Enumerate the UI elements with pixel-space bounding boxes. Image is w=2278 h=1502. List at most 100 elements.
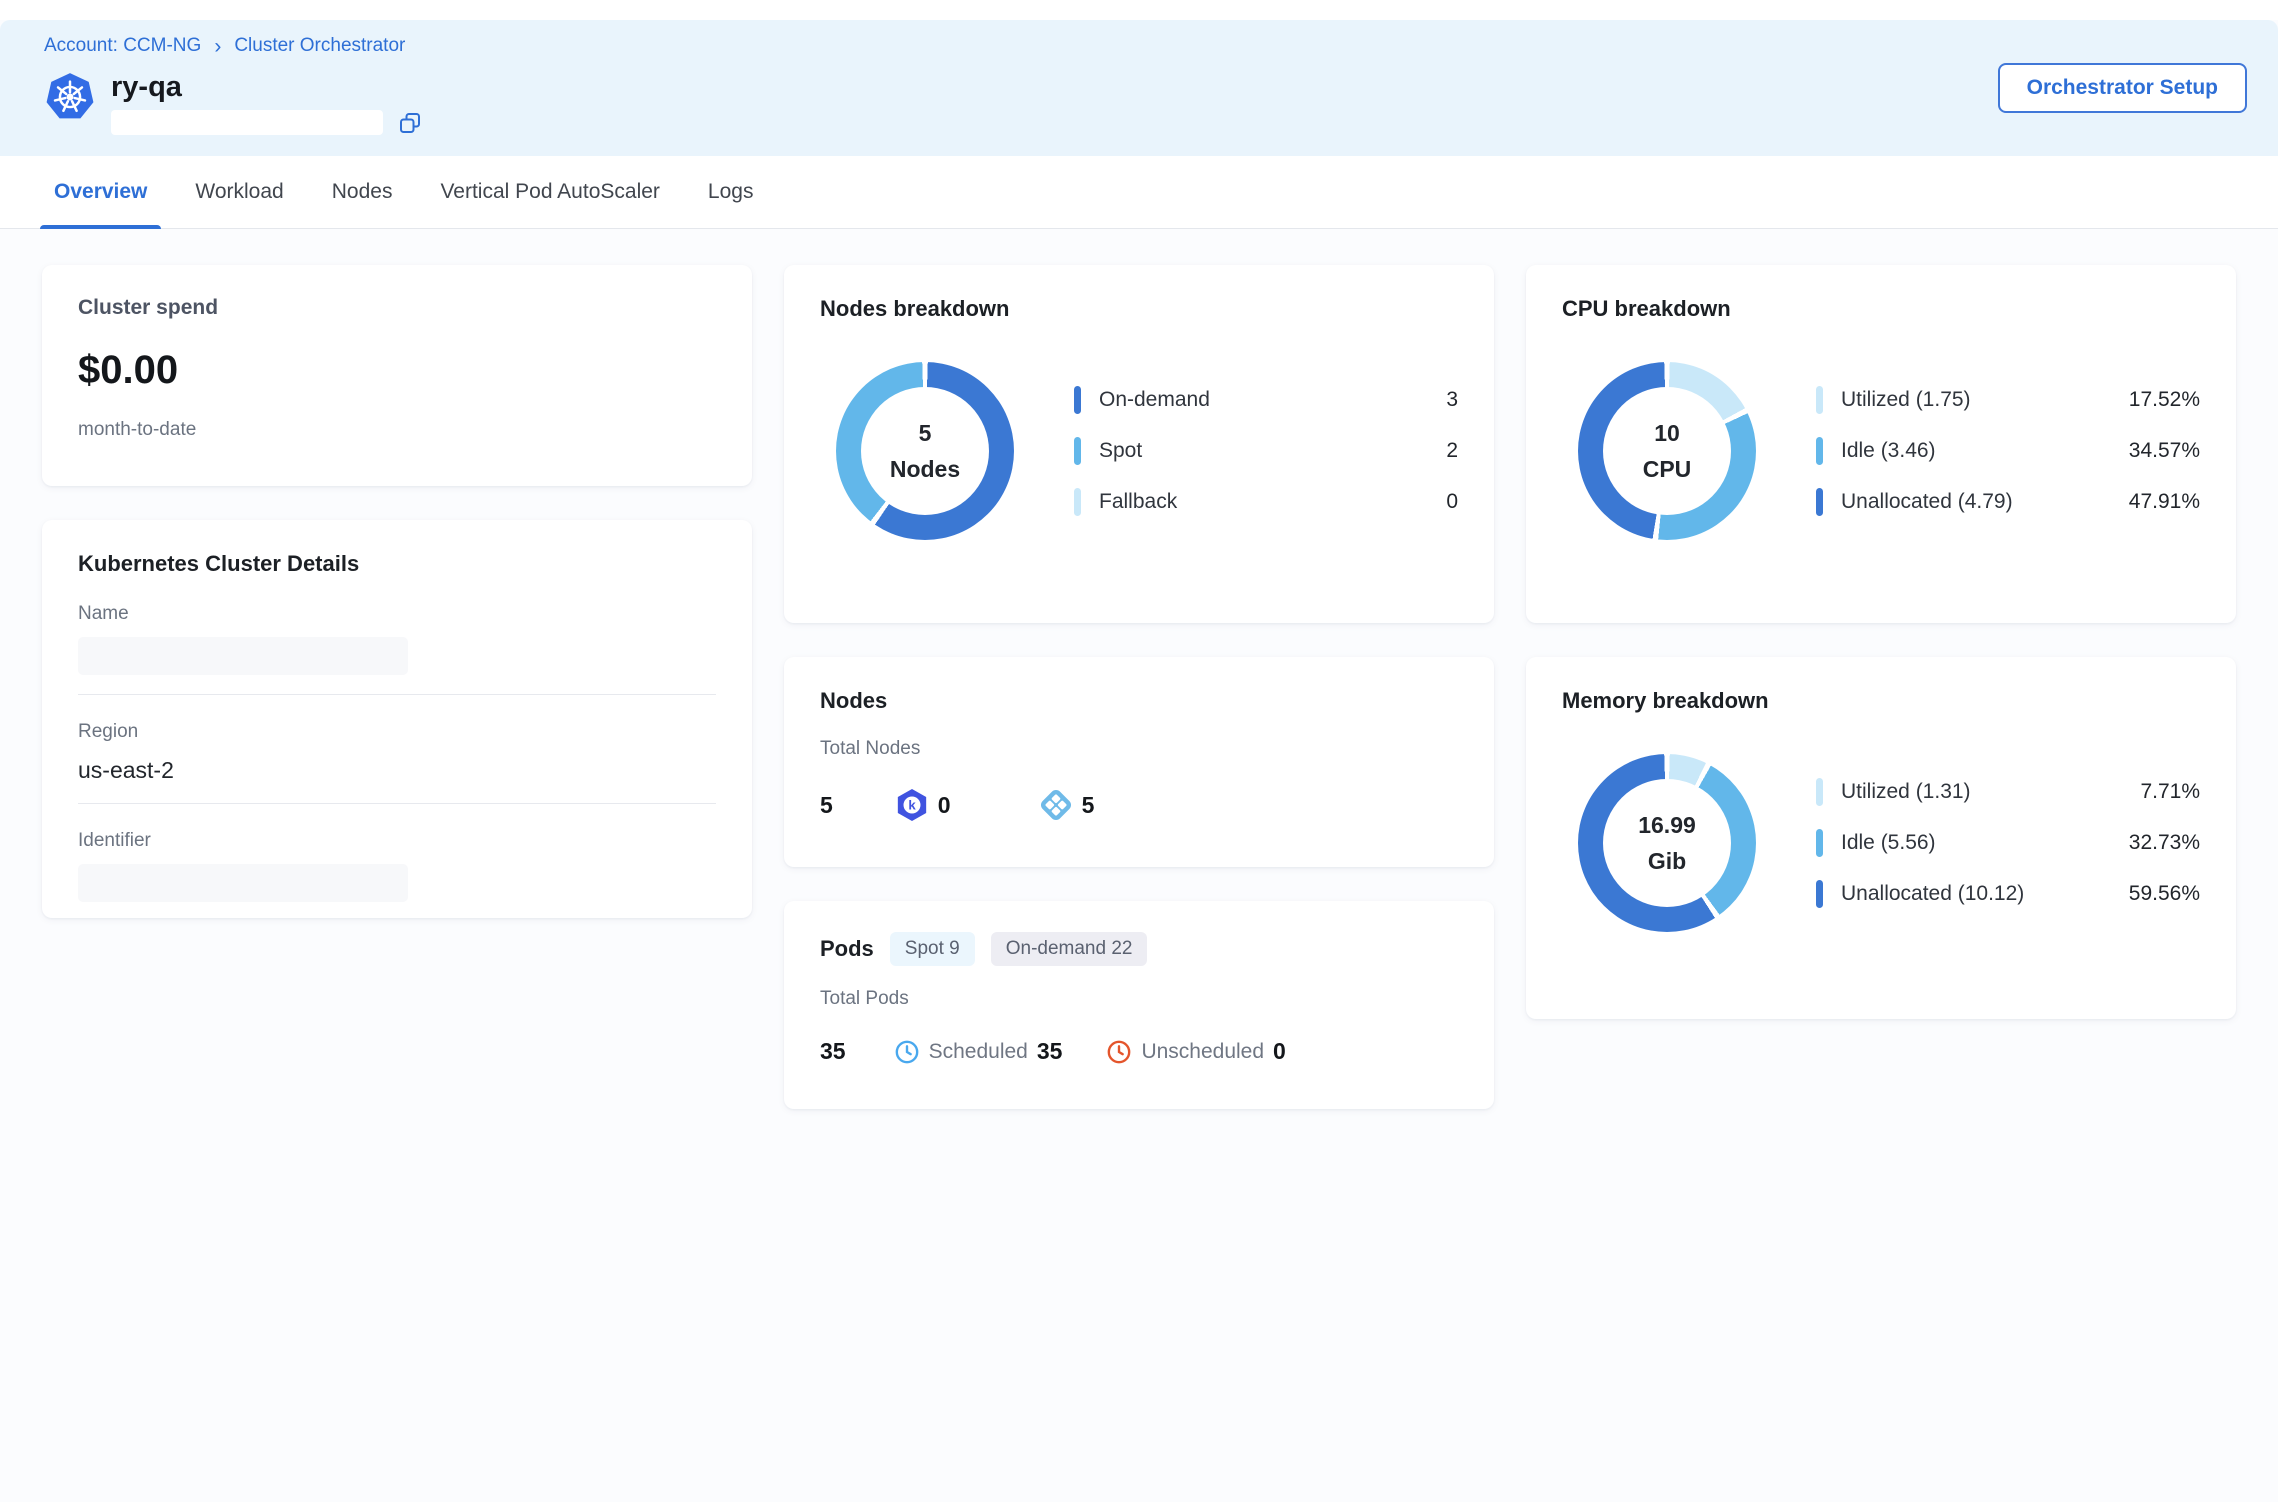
- divider: [78, 803, 716, 804]
- nodes-breakdown-title: Nodes breakdown: [820, 296, 1458, 322]
- cpu-donut-center: 10 CPU: [1603, 387, 1731, 515]
- legend-item-on-demand: On-demand 3: [1074, 386, 1458, 414]
- legend-marker: [1074, 437, 1081, 465]
- tab-nodes[interactable]: Nodes: [318, 156, 407, 228]
- total-nodes-label: Total Nodes: [820, 738, 1458, 760]
- cluster-title-block: ry-qa: [111, 71, 422, 135]
- cpu-breakdown-title: CPU breakdown: [1562, 296, 2200, 322]
- nodes-donut-value: 5: [919, 420, 932, 447]
- unscheduled-pods-stat: Unscheduled 0: [1106, 1038, 1285, 1065]
- legend-label: Idle (5.56): [1841, 831, 1936, 855]
- scheduled-label: Scheduled: [929, 1040, 1028, 1064]
- breadcrumb: Account: CCM-NG › Cluster Orchestrator: [44, 35, 2234, 57]
- spot-nodes-stat: 5: [1039, 788, 1095, 822]
- legend-marker: [1816, 386, 1823, 414]
- nodes-donut-label: Nodes: [890, 456, 960, 483]
- cluster-details-card: Kubernetes Cluster Details Name Region u…: [42, 520, 752, 918]
- legend-value: 47.91%: [2129, 490, 2200, 514]
- legend-value: 0: [1446, 490, 1458, 514]
- cluster-name: ry-qa: [111, 71, 422, 103]
- cpu-donut-value: 10: [1654, 420, 1680, 447]
- identifier-field-redacted-value: [78, 864, 408, 902]
- legend-item-spot: Spot 2: [1074, 437, 1458, 465]
- spot-nodes-value: 5: [1082, 792, 1095, 819]
- karpenter-icon: k: [895, 788, 929, 822]
- legend-marker: [1816, 880, 1823, 908]
- pods-title: Pods: [820, 936, 874, 962]
- unscheduled-clock-icon: [1106, 1039, 1132, 1065]
- nodes-donut-center: 5 Nodes: [861, 387, 989, 515]
- tab-overview[interactable]: Overview: [40, 156, 161, 228]
- legend-item-fallback: Fallback 0: [1074, 488, 1458, 516]
- page-header: Account: CCM-NG › Cluster Orchestrator: [0, 20, 2278, 156]
- legend-value: 32.73%: [2129, 831, 2200, 855]
- svg-text:k: k: [908, 798, 916, 813]
- cpu-breakdown-card: CPU breakdown 10 CPU Utilized (1.75) 17.…: [1526, 265, 2236, 623]
- page: Account: CCM-NG › Cluster Orchestrator: [0, 0, 2278, 1145]
- orchestrator-setup-button[interactable]: Orchestrator Setup: [1998, 63, 2247, 113]
- scheduled-pods-stat: Scheduled 35: [894, 1038, 1063, 1065]
- legend-label: Spot: [1099, 439, 1142, 463]
- legend-value: 17.52%: [2129, 388, 2200, 412]
- nodes-breakdown-body: 5 Nodes On-demand 3 Spot 2: [820, 362, 1458, 540]
- cluster-id-redacted: [111, 110, 383, 135]
- identifier-field-label: Identifier: [78, 830, 716, 852]
- legend-label: Utilized (1.31): [1841, 780, 1971, 804]
- memory-donut-chart: 16.99 Gib: [1578, 754, 1756, 932]
- total-nodes-value: 5: [820, 792, 833, 819]
- legend-marker: [1074, 386, 1081, 414]
- legend-label: Unallocated (4.79): [1841, 490, 2013, 514]
- column-right: CPU breakdown 10 CPU Utilized (1.75) 17.…: [1526, 265, 2236, 1019]
- cpu-donut-chart: 10 CPU: [1578, 362, 1756, 540]
- cluster-spend-title: Cluster spend: [78, 296, 716, 320]
- copy-icon[interactable]: [398, 111, 422, 135]
- legend-item-unallocated: Unallocated (4.79) 47.91%: [1816, 488, 2200, 516]
- cluster-spend-period: month-to-date: [78, 419, 716, 441]
- legend-item-utilized: Utilized (1.75) 17.52%: [1816, 386, 2200, 414]
- spot-diamond-icon: [1039, 788, 1073, 822]
- legend-marker: [1816, 437, 1823, 465]
- unscheduled-value: 0: [1273, 1038, 1286, 1065]
- cluster-id-row: [111, 110, 422, 135]
- tab-logs[interactable]: Logs: [694, 156, 768, 228]
- pods-stats-row: 35 Scheduled 35 Unscheduled 0: [820, 1038, 1458, 1065]
- karpenter-nodes-stat: k 0: [895, 788, 951, 822]
- memory-breakdown-legend: Utilized (1.31) 7.71% Idle (5.56) 32.73%…: [1816, 778, 2200, 908]
- legend-label: Idle (3.46): [1841, 439, 1936, 463]
- cpu-breakdown-legend: Utilized (1.75) 17.52% Idle (3.46) 34.57…: [1816, 386, 2200, 516]
- legend-value: 59.56%: [2129, 882, 2200, 906]
- legend-label: Fallback: [1099, 490, 1177, 514]
- pods-title-row: Pods Spot 9 On-demand 22: [820, 932, 1458, 966]
- region-field-label: Region: [78, 721, 716, 743]
- karpenter-nodes-value: 0: [938, 792, 951, 819]
- breadcrumb-separator-icon: ›: [214, 37, 221, 56]
- memory-donut-label: Gib: [1648, 848, 1686, 875]
- legend-value: 7.71%: [2140, 780, 2200, 804]
- cluster-details-title: Kubernetes Cluster Details: [78, 551, 716, 577]
- legend-label: Unallocated (10.12): [1841, 882, 2024, 906]
- ondemand-pods-badge: On-demand 22: [991, 932, 1148, 966]
- nodes-card: Nodes Total Nodes 5 k 0: [784, 657, 1494, 867]
- divider: [78, 694, 716, 695]
- nodes-stats-row: 5 k 0: [820, 788, 1458, 822]
- legend-value: 2: [1446, 439, 1458, 463]
- breadcrumb-account-link[interactable]: Account: CCM-NG: [44, 35, 201, 57]
- legend-value: 3: [1446, 388, 1458, 412]
- tab-vertical-pod-autoscaler[interactable]: Vertical Pod AutoScaler: [426, 156, 673, 228]
- name-field-redacted-value: [78, 637, 408, 675]
- legend-item-utilized: Utilized (1.31) 7.71%: [1816, 778, 2200, 806]
- breadcrumb-cluster-orchestrator-link[interactable]: Cluster Orchestrator: [234, 35, 405, 57]
- kubernetes-icon: [44, 71, 96, 123]
- spot-pods-badge: Spot 9: [890, 932, 975, 966]
- cluster-spend-card: Cluster spend $0.00 month-to-date: [42, 265, 752, 486]
- memory-breakdown-title: Memory breakdown: [1562, 688, 2200, 714]
- region-field-value: us-east-2: [78, 757, 716, 784]
- top-whitespace: [0, 0, 2278, 20]
- cluster-title-row: ry-qa: [44, 71, 2234, 135]
- tab-workload[interactable]: Workload: [181, 156, 297, 228]
- nodes-title: Nodes: [820, 688, 1458, 714]
- total-pods-value: 35: [820, 1038, 846, 1065]
- memory-donut-center: 16.99 Gib: [1603, 779, 1731, 907]
- memory-breakdown-body: 16.99 Gib Utilized (1.31) 7.71% Idle (5.: [1562, 754, 2200, 932]
- cpu-breakdown-body: 10 CPU Utilized (1.75) 17.52% Idle (3.46: [1562, 362, 2200, 540]
